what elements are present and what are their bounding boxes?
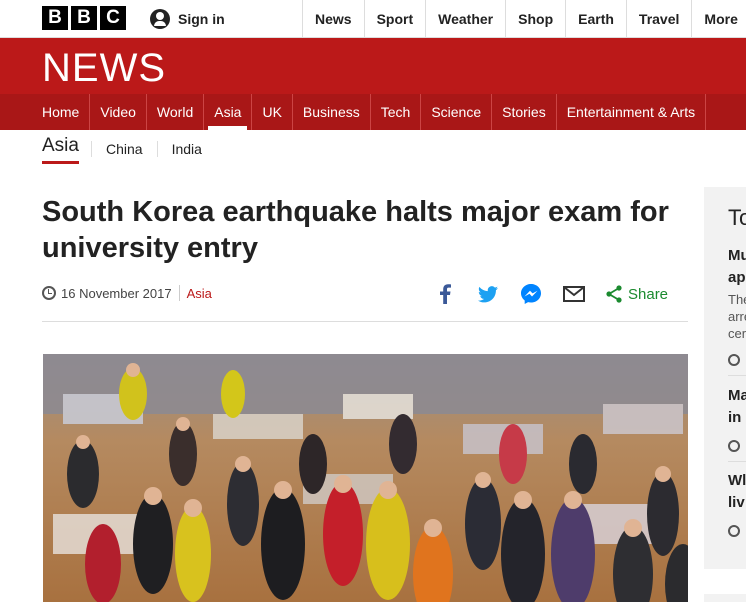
top-story-1-summary-line3: cer — [728, 326, 746, 341]
article-photo[interactable] — [43, 354, 688, 602]
top-story-1-title[interactable]: Mu — [728, 245, 746, 267]
clock-icon — [728, 440, 740, 452]
bbc-logo[interactable]: B B C — [42, 6, 126, 30]
top-nav-news[interactable]: News — [302, 0, 364, 38]
top-stories-panel: To Mu ap The arre cer Ma in Wl liv — [704, 187, 746, 569]
sub-nav: Asia China India — [42, 133, 216, 165]
top-story-3-title-line2[interactable]: liv — [728, 492, 746, 514]
top-stories-title: To — [728, 205, 746, 230]
article-meta: 16 November 2017 Asia — [42, 285, 212, 301]
article-date: 16 November 2017 — [61, 285, 172, 301]
logo-letter-b2: B — [71, 6, 97, 30]
top-stories-divider — [728, 375, 746, 376]
news-nav-world[interactable]: World — [147, 94, 205, 130]
top-bar: B B C Sign in News Sport Weather Shop Ea… — [0, 0, 746, 38]
news-nav-stories[interactable]: Stories — [492, 94, 557, 130]
share-icon — [606, 285, 622, 303]
top-story-2-title-line2[interactable]: in — [728, 407, 746, 429]
sidebar-next-panel — [704, 594, 746, 602]
email-icon[interactable] — [563, 283, 585, 305]
article-section-link[interactable]: Asia — [187, 286, 212, 301]
news-logo[interactable]: NEWS — [42, 46, 166, 91]
meta-divider — [178, 285, 180, 301]
share-label: Share — [628, 285, 669, 303]
sub-nav-current[interactable]: Asia — [42, 135, 79, 164]
messenger-icon[interactable] — [520, 283, 542, 305]
news-nav-video[interactable]: Video — [90, 94, 147, 130]
news-nav-asia[interactable]: Asia — [204, 94, 253, 130]
sub-nav-india[interactable]: India — [156, 141, 216, 157]
news-nav-entertainment-arts[interactable]: Entertainment & Arts — [557, 94, 707, 130]
clock-icon — [728, 354, 740, 366]
sub-nav-china[interactable]: China — [90, 141, 157, 157]
news-nav-tech[interactable]: Tech — [371, 94, 422, 130]
news-masthead: NEWS — [0, 38, 746, 94]
news-nav-uk[interactable]: UK — [252, 94, 293, 130]
article-headline: South Korea earthquake halts major exam … — [42, 196, 669, 264]
news-nav-science[interactable]: Science — [421, 94, 493, 130]
news-nav: Home Video World Asia UK Business Tech S… — [0, 94, 746, 130]
top-story-1-summary-line1: The — [728, 292, 746, 307]
top-nav-sport[interactable]: Sport — [363, 0, 426, 38]
logo-letter-b1: B — [42, 6, 68, 30]
clock-icon — [42, 286, 56, 300]
top-nav-more[interactable]: More — [691, 0, 746, 38]
top-stories-divider — [728, 461, 746, 462]
top-nav-travel[interactable]: Travel — [625, 0, 691, 38]
top-nav-weather[interactable]: Weather — [425, 0, 505, 38]
crowd-image — [43, 354, 688, 602]
top-story-1-summary-line2: arre — [728, 309, 746, 324]
share-button[interactable]: Share — [606, 285, 668, 303]
news-nav-home[interactable]: Home — [42, 94, 91, 130]
sign-in-link[interactable]: Sign in — [150, 0, 225, 38]
sign-in-label: Sign in — [178, 11, 225, 27]
meta-rule — [42, 321, 688, 322]
person-icon — [150, 9, 170, 29]
top-nav-earth[interactable]: Earth — [565, 0, 626, 38]
logo-letter-c: C — [100, 6, 126, 30]
twitter-icon[interactable] — [477, 283, 499, 305]
clock-icon — [728, 525, 740, 537]
news-nav-business[interactable]: Business — [293, 94, 371, 130]
top-nav: News Sport Weather Shop Earth Travel Mor… — [302, 0, 746, 38]
top-nav-shop[interactable]: Shop — [505, 0, 565, 38]
top-story-3-title[interactable]: Wl — [728, 470, 746, 492]
top-story-1-title-line2[interactable]: ap — [728, 267, 746, 289]
share-tools: Share — [434, 283, 668, 305]
top-story-2-title[interactable]: Ma — [728, 385, 746, 407]
facebook-icon[interactable] — [434, 283, 456, 305]
